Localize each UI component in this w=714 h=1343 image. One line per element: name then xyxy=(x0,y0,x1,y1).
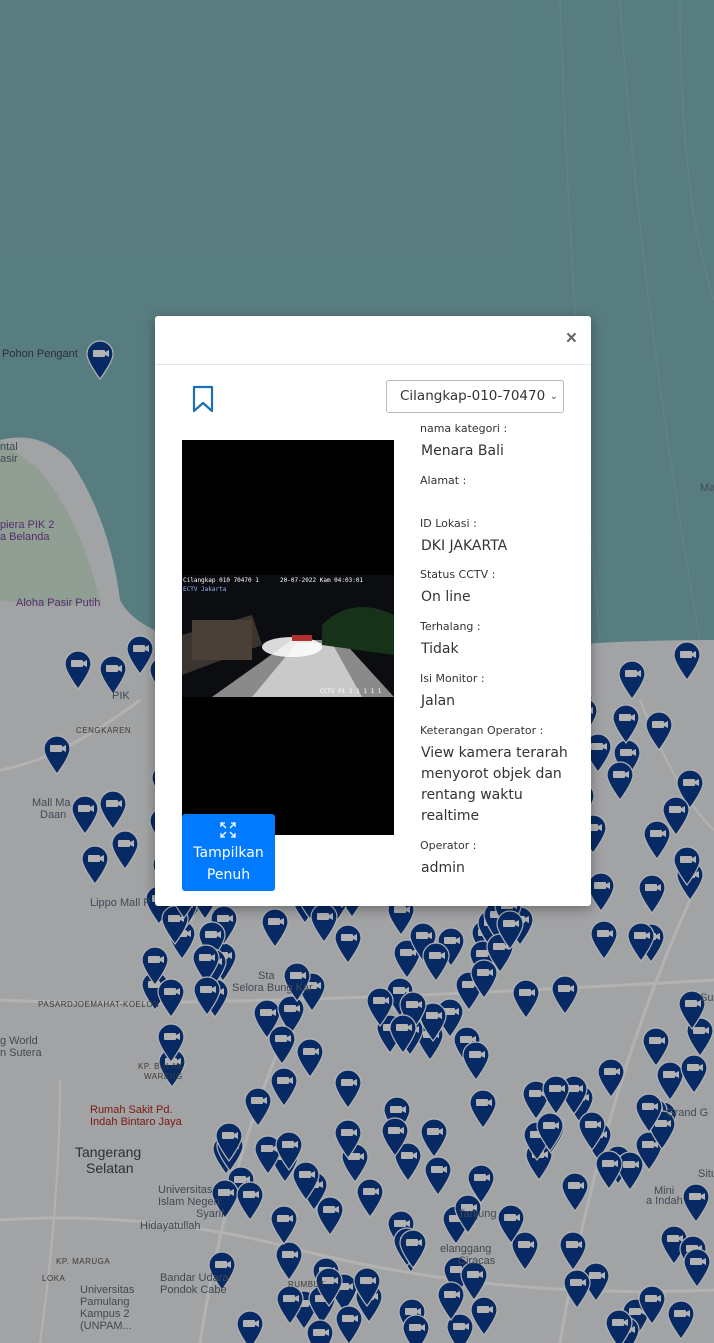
fullscreen-button[interactable]: Tampilkan Penuh xyxy=(182,814,275,891)
info-field: Status CCTV : On line xyxy=(420,568,580,608)
cctv-detail-modal: × Cilangkap-010-70470 ⌄ Cilangkap 010 70… xyxy=(155,316,591,906)
info-field-value: admin xyxy=(421,860,465,876)
info-field-value: DKI JAKARTA xyxy=(421,538,508,554)
info-field-label: Operator : xyxy=(420,839,477,852)
info-field-value: On line xyxy=(421,589,471,605)
info-field: Isi Monitor : Jalan xyxy=(420,672,580,712)
info-field-label: Terhalang : xyxy=(420,620,481,633)
info-field-value xyxy=(420,493,580,514)
info-field-label: Status CCTV : xyxy=(420,568,496,581)
info-field-label: Keterangan Operator : xyxy=(420,724,544,737)
bookmark-icon[interactable] xyxy=(192,385,214,413)
info-field-value: Tidak xyxy=(421,641,459,657)
cctv-video-player[interactable]: Cilangkap 010 70470 1 20-07-2022 Kam 04:… xyxy=(182,440,394,835)
info-field: Operator : admin xyxy=(420,839,580,879)
video-frame xyxy=(182,575,394,697)
info-field-label: ID Lokasi : xyxy=(420,517,477,530)
camera-select-value: Cilangkap-010-70470 xyxy=(400,388,546,404)
chevron-down-icon: ⌄ xyxy=(549,391,558,402)
fullscreen-button-label: Tampilkan Penuh xyxy=(193,845,264,883)
video-osd-timestamp: 20-07-2022 Kam 04:03:01 xyxy=(280,577,364,584)
info-field-label: Isi Monitor : xyxy=(420,672,485,685)
info-field: Keterangan Operator : View kamera terarah… xyxy=(420,724,580,828)
modal-header: × xyxy=(155,316,591,365)
info-field-value: Menara Bali xyxy=(421,443,504,459)
info-field: Terhalang : Tidak xyxy=(420,620,580,660)
video-osd-sub: ECTV Jakarta xyxy=(183,586,227,593)
info-field-label: Alamat : xyxy=(420,474,467,487)
info-field: nama kategori : Menara Bali xyxy=(420,422,580,462)
close-button[interactable]: × xyxy=(566,328,577,350)
info-field: Alamat : xyxy=(420,474,580,514)
info-field-label: nama kategori : xyxy=(420,422,508,435)
video-osd-camera: Cilangkap 010 70470 1 xyxy=(183,577,259,584)
camera-select[interactable]: Cilangkap-010-70470 ⌄ xyxy=(386,380,564,413)
info-field: ID Lokasi : DKI JAKARTA xyxy=(420,517,580,557)
video-osd-bottom: CCTV 01 1 1 1 1 1 xyxy=(320,688,382,695)
info-field-value: Jalan xyxy=(421,693,456,709)
info-field-value: View kamera terarah menyorot objek dan r… xyxy=(421,745,568,824)
expand-icon xyxy=(220,822,236,838)
